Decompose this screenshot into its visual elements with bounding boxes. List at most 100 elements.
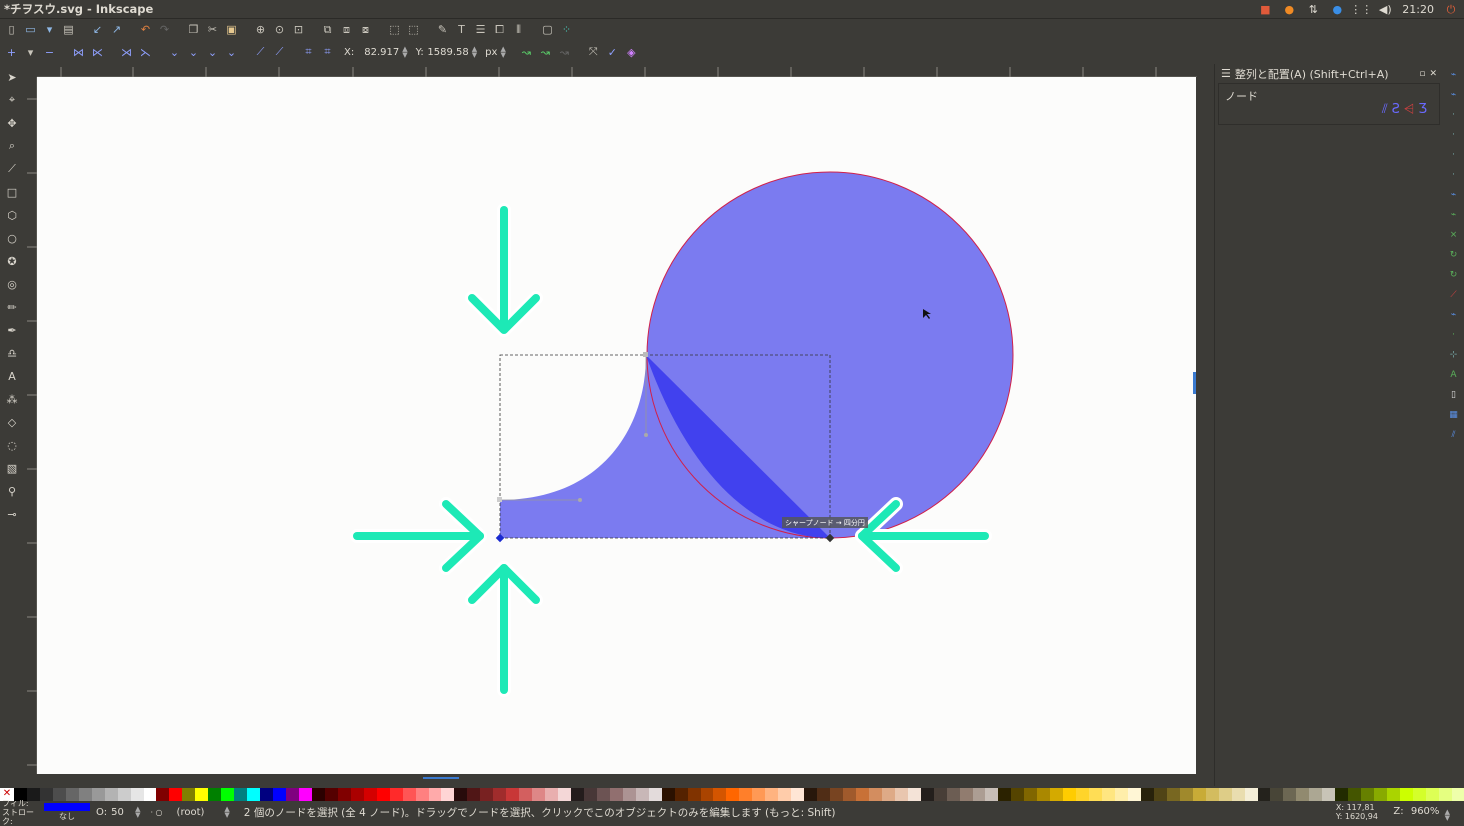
dropper-tool-icon[interactable]: ⚲ (3, 482, 21, 500)
palette-swatch[interactable] (195, 788, 209, 801)
segment-curve-icon[interactable]: ⟋ (271, 44, 288, 61)
palette-swatch[interactable] (726, 788, 740, 801)
palette-swatch[interactable] (700, 788, 714, 801)
palette-swatch[interactable] (1127, 788, 1141, 801)
snap-bbox-icon[interactable]: ⌁ (1447, 88, 1461, 102)
document-properties-icon[interactable]: ▢ (539, 21, 556, 38)
horizontal-scrollbar[interactable] (37, 774, 1214, 786)
palette-swatch[interactable] (519, 788, 533, 801)
palette-swatch[interactable] (907, 788, 921, 801)
palette-swatch[interactable] (855, 788, 869, 801)
print-icon[interactable]: ▤ (60, 21, 77, 38)
palette-swatch[interactable] (558, 788, 571, 801)
palette-swatch[interactable] (480, 788, 494, 801)
ellipse-tool-icon[interactable]: ○ (3, 229, 21, 247)
palette-swatch[interactable] (143, 788, 157, 801)
palette-swatch[interactable] (441, 788, 455, 801)
palette-swatch[interactable] (1399, 788, 1413, 801)
zoom-drawing-icon[interactable]: ⊙ (271, 21, 288, 38)
network-icon[interactable]: ⇅ (1306, 3, 1320, 17)
palette-swatch[interactable] (156, 788, 170, 801)
palette-swatch[interactable] (881, 788, 895, 801)
zoom-spinner[interactable]: ▲ ▼ (1445, 809, 1450, 822)
fill-stroke-indicator[interactable]: なし (42, 802, 92, 822)
drawing-canvas[interactable]: シャープノード → 四分円 (37, 77, 1196, 774)
palette-swatch[interactable] (791, 788, 805, 801)
spray-tool-icon[interactable]: ⁂ (3, 390, 21, 408)
y-input[interactable] (426, 44, 469, 60)
palette-swatch[interactable] (130, 788, 144, 801)
node-top[interactable] (643, 352, 648, 357)
group-icon[interactable]: ⬚ (386, 21, 403, 38)
palette-swatch[interactable] (765, 788, 779, 801)
palette-swatch[interactable] (830, 788, 843, 801)
palette-swatch[interactable] (868, 788, 882, 801)
3d-box-tool-icon[interactable]: ⬡ (3, 206, 21, 224)
snap-path-icon[interactable]: ⌁ (1447, 208, 1461, 222)
palette-swatch[interactable] (635, 788, 649, 801)
undo-icon[interactable]: ↶ (137, 21, 154, 38)
distribute-nodes-vertical-icon[interactable]: Ʒ (1418, 102, 1427, 117)
zoom-value[interactable]: 960% (1411, 806, 1440, 817)
y-spinner[interactable]: ▲ ▼ (472, 46, 477, 59)
dock-close-icon[interactable]: ✕ (1429, 69, 1437, 79)
palette-swatch[interactable] (389, 788, 403, 801)
palette-swatch[interactable] (286, 788, 299, 801)
star-tool-icon[interactable]: ✪ (3, 252, 21, 270)
snap-edge-icon[interactable]: · (1447, 108, 1461, 122)
transform-handles-icon[interactable]: ⤧ (585, 44, 602, 61)
align-nodes-horizontal-icon[interactable]: ⫽ (1382, 102, 1388, 117)
auto-smooth-node-icon[interactable]: ⌄ (223, 44, 240, 61)
eraser-tool-icon[interactable]: ◇ (3, 413, 21, 431)
palette-swatch[interactable] (570, 788, 584, 801)
volume-icon[interactable]: ◀) (1378, 3, 1392, 17)
palette-swatch[interactable] (298, 788, 312, 801)
measure-tool-icon[interactable]: ⟋ (3, 160, 21, 178)
power-icon[interactable]: ⏻ (1444, 3, 1458, 17)
spiral-tool-icon[interactable]: ◎ (3, 275, 21, 293)
palette-swatch[interactable] (752, 788, 766, 801)
palette-swatch[interactable] (1451, 788, 1464, 801)
node-corner[interactable] (497, 497, 502, 502)
selector-tool-icon[interactable]: ➤ (3, 68, 21, 86)
align-distribute-icon[interactable]: ⫴ (510, 21, 527, 38)
update-icon[interactable]: ● (1282, 3, 1296, 17)
palette-swatch[interactable] (182, 788, 196, 801)
stroke-to-path-icon[interactable]: ⌗ (319, 44, 336, 61)
pen-tool-icon[interactable]: ✒ (3, 321, 21, 339)
palette-swatch[interactable] (1024, 788, 1038, 801)
segment-line-icon[interactable]: ⟋ (252, 44, 269, 61)
horizontal-ruler[interactable] (37, 64, 1197, 77)
snap-object-mid-icon[interactable]: ⋅ (1447, 328, 1461, 342)
palette-swatch[interactable] (506, 788, 520, 801)
palette-swatch[interactable] (959, 788, 973, 801)
palette-swatch[interactable] (1270, 788, 1284, 801)
palette-swatch[interactable] (596, 788, 610, 801)
camera-icon[interactable]: ■ (1258, 3, 1272, 17)
palette-swatch[interactable] (622, 788, 636, 801)
xml-editor-icon[interactable]: ⧠ (491, 21, 508, 38)
palette-swatch[interactable] (1361, 788, 1375, 801)
palette-swatch[interactable] (1244, 788, 1258, 801)
text-tool-icon[interactable]: A (3, 367, 21, 385)
palette-swatch[interactable] (1296, 788, 1310, 801)
palette-swatch[interactable] (713, 788, 727, 801)
palette-swatch[interactable] (933, 788, 947, 801)
palette-swatch[interactable] (337, 788, 351, 801)
horizontal-scroll-thumb[interactable] (423, 777, 459, 779)
palette-swatch[interactable] (234, 788, 248, 801)
palette-swatch[interactable] (1231, 788, 1245, 801)
palette-swatch[interactable] (1115, 788, 1128, 801)
dock-handle-icon[interactable]: ☰ (1221, 67, 1231, 80)
palette-swatch[interactable] (247, 788, 261, 801)
snap-others-icon[interactable]: ⌁ (1447, 308, 1461, 322)
palette-swatch[interactable] (363, 788, 377, 801)
palette-swatch[interactable] (817, 788, 831, 801)
layer-name[interactable]: (root) (177, 807, 205, 818)
pencil-tool-icon[interactable]: ✏ (3, 298, 21, 316)
copy-icon[interactable]: ❐ (185, 21, 202, 38)
palette-swatch[interactable] (1348, 788, 1362, 801)
snap-center-icon[interactable]: · (1447, 168, 1461, 182)
distribute-nodes-horizontal-icon[interactable]: ⩤ (1404, 102, 1414, 117)
palette-swatch[interactable] (1063, 788, 1077, 801)
